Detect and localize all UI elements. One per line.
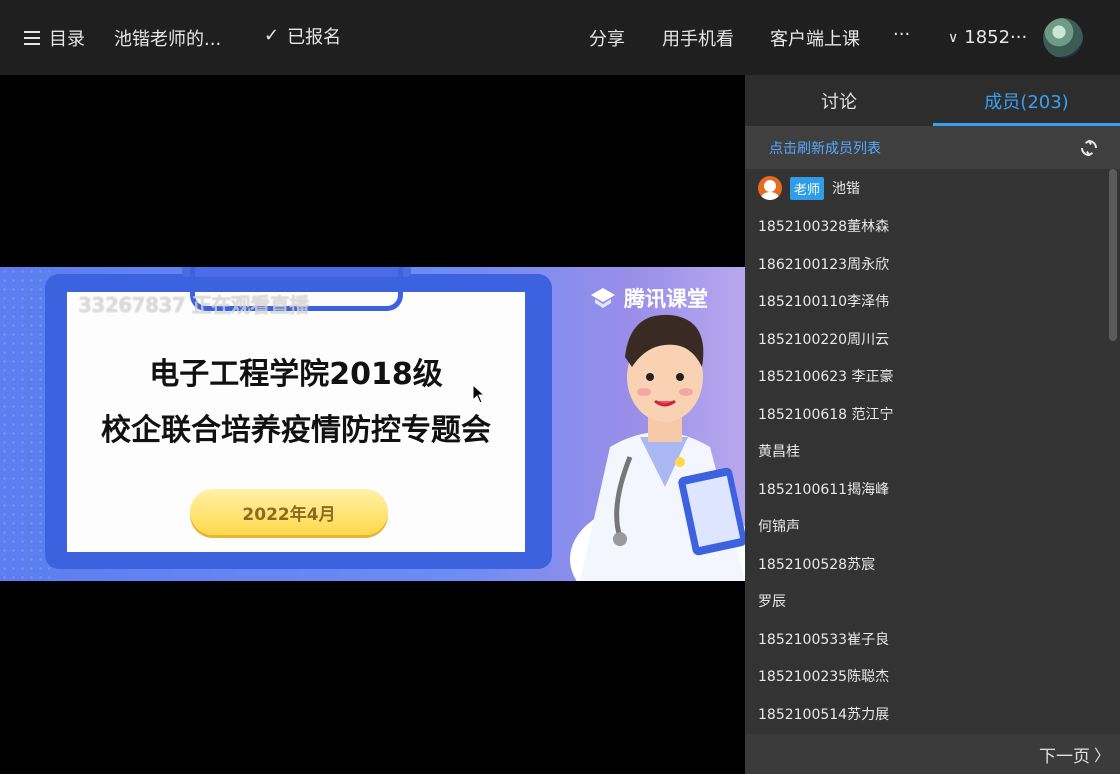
date-badge: 2022年4月 xyxy=(190,489,388,535)
tab-discussion[interactable]: 讨论 xyxy=(745,75,933,126)
panel-tabs: 讨论 成员(203) xyxy=(745,75,1120,126)
scroll-thumb[interactable] xyxy=(1109,169,1117,341)
top-bar: 目录 池锴老师的... ✓ 已报名 分享 用手机看 客户端上课 ··· ∨ 18… xyxy=(0,0,1120,75)
user-label: 1852··· xyxy=(964,27,1028,48)
watch-on-mobile-button[interactable]: 用手机看 xyxy=(662,0,734,75)
member-item[interactable]: 1852100235陈聪杰 xyxy=(758,664,889,688)
next-page-button[interactable]: 下一页 〉 xyxy=(1039,734,1110,774)
app-window: 目录 池锴老师的... ✓ 已报名 分享 用手机看 客户端上课 ··· ∨ 18… xyxy=(0,0,1120,774)
teacher-avatar xyxy=(758,176,782,200)
catalog-button[interactable]: 目录 xyxy=(24,0,85,75)
member-item[interactable]: 1852100611揭海峰 xyxy=(758,477,889,501)
member-item[interactable]: 1852100623 李正豪 xyxy=(758,364,894,388)
member-item[interactable]: 1852100533崔子良 xyxy=(758,627,889,651)
member-item[interactable]: 1852100110李泽伟 xyxy=(758,289,889,313)
member-item[interactable]: 罗辰 xyxy=(758,589,786,613)
dot-pattern xyxy=(0,267,50,581)
slide-title-line2: 校企联合培养疫情防控专题会 xyxy=(101,413,491,448)
check-icon: ✓ xyxy=(264,25,280,46)
member-item[interactable]: 1852100528苏宸 xyxy=(758,552,875,576)
member-item[interactable]: 1852100328董林森 xyxy=(758,214,889,238)
user-menu[interactable]: ∨ 1852··· xyxy=(948,0,1027,75)
avatar[interactable] xyxy=(1043,18,1083,58)
member-item[interactable]: 1852100514苏力展 xyxy=(758,702,889,726)
video-frame: 33267837 正在观看直播 电子工程学院2018级 校企联合培养疫情防控专题… xyxy=(0,267,745,581)
tab-members[interactable]: 成员(203) xyxy=(933,75,1120,126)
teacher-badge: 老师 xyxy=(790,176,825,200)
panel-footer: 下一页 〉 xyxy=(745,734,1120,774)
member-list: 老师 池锴 1852100328董林森 1862100123周永欣 18521001… xyxy=(745,169,1105,734)
member-item[interactable]: 何锦声 xyxy=(758,514,800,538)
teacher-name: 池锴 xyxy=(832,181,861,197)
menu-icon xyxy=(24,30,40,45)
mouse-cursor-icon xyxy=(472,384,486,404)
refresh-bar: 点击刷新成员列表 xyxy=(745,126,1120,169)
refresh-member-list-link[interactable]: 点击刷新成员列表 xyxy=(769,126,881,169)
registered-status: ✓ 已报名 xyxy=(264,0,341,73)
chevron-right-icon: 〉 xyxy=(1093,746,1110,765)
refresh-icon[interactable] xyxy=(1079,138,1099,158)
chevron-down-icon: ∨ xyxy=(948,29,959,46)
catalog-label: 目录 xyxy=(49,28,85,50)
course-title[interactable]: 池锴老师的... xyxy=(114,0,221,75)
share-button[interactable]: 分享 xyxy=(589,0,625,75)
more-button[interactable]: ··· xyxy=(893,0,910,72)
member-item[interactable]: 1852100618 范江宁 xyxy=(758,402,894,426)
member-item[interactable]: 黄昌桂 xyxy=(758,439,800,463)
member-item[interactable]: 1852100220周川云 xyxy=(758,327,889,351)
slide-title-line1: 电子工程学院2018级 xyxy=(149,357,443,392)
doctor-illustration xyxy=(570,314,745,581)
member-list-scrollbar[interactable] xyxy=(1109,169,1117,734)
client-class-button[interactable]: 客户端上课 xyxy=(770,0,860,75)
next-page-label: 下一页 xyxy=(1038,746,1090,767)
side-panel: 讨论 成员(203) 点击刷新成员列表 老师 池锴 1852100328董林森 1… xyxy=(745,75,1120,774)
teacher-row[interactable]: 老师 池锴 xyxy=(758,176,860,200)
registered-label: 已报名 xyxy=(287,26,342,48)
video-player[interactable]: 33267837 正在观看直播 电子工程学院2018级 校企联合培养疫情防控专题… xyxy=(0,75,745,774)
member-item[interactable]: 1862100123周永欣 xyxy=(758,252,889,276)
viewer-watermark: 33267837 正在观看直播 xyxy=(78,293,309,317)
